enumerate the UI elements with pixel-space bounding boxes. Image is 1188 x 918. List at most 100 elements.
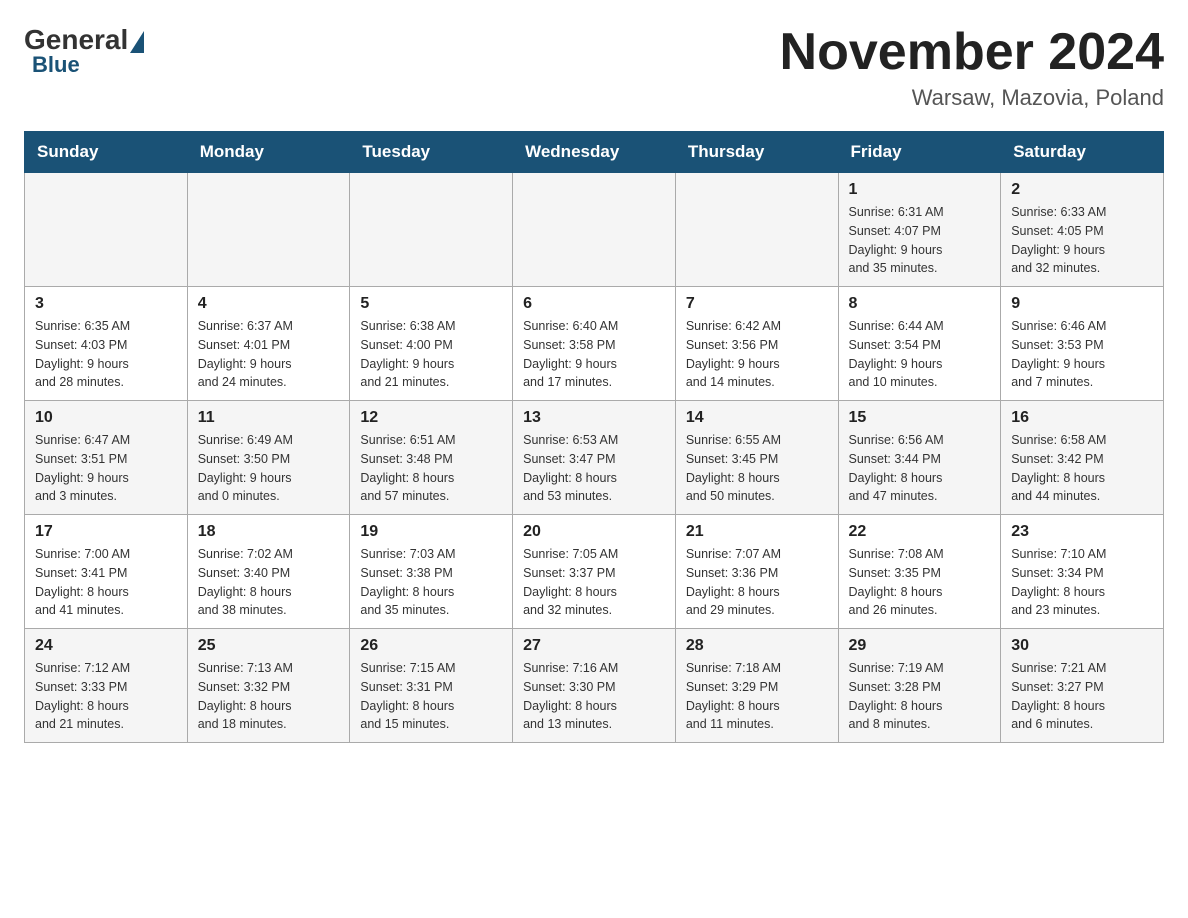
day-info: Sunrise: 7:15 AMSunset: 3:31 PMDaylight:…: [360, 659, 502, 734]
header-tuesday: Tuesday: [350, 132, 513, 173]
table-row: 11 Sunrise: 6:49 AMSunset: 3:50 PMDayligh…: [187, 401, 350, 515]
table-row: 8 Sunrise: 6:44 AMSunset: 3:54 PMDaylight…: [838, 287, 1001, 401]
day-info: Sunrise: 6:53 AMSunset: 3:47 PMDaylight:…: [523, 431, 665, 506]
logo-blue-text: Blue: [32, 52, 80, 78]
day-info: Sunrise: 7:21 AMSunset: 3:27 PMDaylight:…: [1011, 659, 1153, 734]
day-info: Sunrise: 6:31 AMSunset: 4:07 PMDaylight:…: [849, 203, 991, 278]
day-number: 10: [35, 409, 177, 427]
day-number: 9: [1011, 295, 1153, 313]
day-number: 21: [686, 523, 828, 541]
page-header: General Blue November 2024 Warsaw, Mazov…: [24, 24, 1164, 111]
table-row: 18 Sunrise: 7:02 AMSunset: 3:40 PMDayligh…: [187, 515, 350, 629]
day-info: Sunrise: 7:19 AMSunset: 3:28 PMDaylight:…: [849, 659, 991, 734]
table-row: 9 Sunrise: 6:46 AMSunset: 3:53 PMDaylight…: [1001, 287, 1164, 401]
header-thursday: Thursday: [675, 132, 838, 173]
day-number: 30: [1011, 637, 1153, 655]
day-info: Sunrise: 6:55 AMSunset: 3:45 PMDaylight:…: [686, 431, 828, 506]
table-row: 17 Sunrise: 7:00 AMSunset: 3:41 PMDayligh…: [25, 515, 188, 629]
table-row: 26Sunrise: 7:15 AMSunset: 3:31 PMDayligh…: [350, 629, 513, 743]
table-row: 14Sunrise: 6:55 AMSunset: 3:45 PMDayligh…: [675, 401, 838, 515]
day-info: Sunrise: 6:51 AMSunset: 3:48 PMDaylight:…: [360, 431, 502, 506]
table-row: 27 Sunrise: 7:16 AMSunset: 3:30 PMDayligh…: [513, 629, 676, 743]
table-row: 19 Sunrise: 7:03 AMSunset: 3:38 PMDayligh…: [350, 515, 513, 629]
day-info: Sunrise: 6:42 AMSunset: 3:56 PMDaylight:…: [686, 317, 828, 392]
day-number: 7: [686, 295, 828, 313]
header-wednesday: Wednesday: [513, 132, 676, 173]
day-info: Sunrise: 7:10 AMSunset: 3:34 PMDaylight:…: [1011, 545, 1153, 620]
day-info: Sunrise: 7:18 AMSunset: 3:29 PMDaylight:…: [686, 659, 828, 734]
month-title: November 2024: [780, 24, 1164, 81]
day-number: 25: [198, 637, 340, 655]
day-number: 13: [523, 409, 665, 427]
day-number: 17: [35, 523, 177, 541]
table-row: 23 Sunrise: 7:10 AMSunset: 3:34 PMDayligh…: [1001, 515, 1164, 629]
day-info: Sunrise: 6:38 AMSunset: 4:00 PMDaylight:…: [360, 317, 502, 392]
location-text: Warsaw, Mazovia, Poland: [780, 85, 1164, 111]
header-friday: Friday: [838, 132, 1001, 173]
day-number: 24: [35, 637, 177, 655]
day-number: 19: [360, 523, 502, 541]
day-number: 8: [849, 295, 991, 313]
day-info: Sunrise: 6:35 AMSunset: 4:03 PMDaylight:…: [35, 317, 177, 392]
calendar-table: Sunday Monday Tuesday Wednesday Thursday…: [24, 131, 1164, 743]
day-number: 2: [1011, 181, 1153, 199]
table-row: 24 Sunrise: 7:12 AMSunset: 3:33 PMDayligh…: [25, 629, 188, 743]
weekday-header-row: Sunday Monday Tuesday Wednesday Thursday…: [25, 132, 1164, 173]
table-row: [513, 173, 676, 287]
day-info: Sunrise: 6:47 AMSunset: 3:51 PMDaylight:…: [35, 431, 177, 506]
table-row: 20Sunrise: 7:05 AMSunset: 3:37 PMDayligh…: [513, 515, 676, 629]
table-row: 28 Sunrise: 7:18 AMSunset: 3:29 PMDayligh…: [675, 629, 838, 743]
day-number: 4: [198, 295, 340, 313]
table-row: 21Sunrise: 7:07 AMSunset: 3:36 PMDayligh…: [675, 515, 838, 629]
day-number: 12: [360, 409, 502, 427]
table-row: 25 Sunrise: 7:13 AMSunset: 3:32 PMDayligh…: [187, 629, 350, 743]
day-number: 11: [198, 409, 340, 427]
day-info: Sunrise: 6:58 AMSunset: 3:42 PMDaylight:…: [1011, 431, 1153, 506]
day-number: 20: [523, 523, 665, 541]
day-info: Sunrise: 6:37 AMSunset: 4:01 PMDaylight:…: [198, 317, 340, 392]
day-info: Sunrise: 7:13 AMSunset: 3:32 PMDaylight:…: [198, 659, 340, 734]
calendar-row-4: 24 Sunrise: 7:12 AMSunset: 3:33 PMDayligh…: [25, 629, 1164, 743]
table-row: 10 Sunrise: 6:47 AMSunset: 3:51 PMDayligh…: [25, 401, 188, 515]
day-info: Sunrise: 7:16 AMSunset: 3:30 PMDaylight:…: [523, 659, 665, 734]
calendar-row-2: 10 Sunrise: 6:47 AMSunset: 3:51 PMDayligh…: [25, 401, 1164, 515]
day-info: Sunrise: 7:03 AMSunset: 3:38 PMDaylight:…: [360, 545, 502, 620]
table-row: 5Sunrise: 6:38 AMSunset: 4:00 PMDaylight…: [350, 287, 513, 401]
day-number: 16: [1011, 409, 1153, 427]
day-info: Sunrise: 6:56 AMSunset: 3:44 PMDaylight:…: [849, 431, 991, 506]
day-info: Sunrise: 6:33 AMSunset: 4:05 PMDaylight:…: [1011, 203, 1153, 278]
day-info: Sunrise: 7:12 AMSunset: 3:33 PMDaylight:…: [35, 659, 177, 734]
day-number: 28: [686, 637, 828, 655]
day-info: Sunrise: 7:02 AMSunset: 3:40 PMDaylight:…: [198, 545, 340, 620]
table-row: 1Sunrise: 6:31 AMSunset: 4:07 PMDaylight…: [838, 173, 1001, 287]
table-row: 22 Sunrise: 7:08 AMSunset: 3:35 PMDayligh…: [838, 515, 1001, 629]
day-info: Sunrise: 6:49 AMSunset: 3:50 PMDaylight:…: [198, 431, 340, 506]
calendar-row-3: 17 Sunrise: 7:00 AMSunset: 3:41 PMDayligh…: [25, 515, 1164, 629]
header-sunday: Sunday: [25, 132, 188, 173]
table-row: [25, 173, 188, 287]
table-row: 30 Sunrise: 7:21 AMSunset: 3:27 PMDayligh…: [1001, 629, 1164, 743]
table-row: 2 Sunrise: 6:33 AMSunset: 4:05 PMDaylight…: [1001, 173, 1164, 287]
day-info: Sunrise: 6:46 AMSunset: 3:53 PMDaylight:…: [1011, 317, 1153, 392]
day-number: 18: [198, 523, 340, 541]
logo-triangle-icon: [130, 31, 144, 53]
table-row: 12 Sunrise: 6:51 AMSunset: 3:48 PMDayligh…: [350, 401, 513, 515]
day-info: Sunrise: 7:00 AMSunset: 3:41 PMDaylight:…: [35, 545, 177, 620]
day-number: 27: [523, 637, 665, 655]
day-number: 6: [523, 295, 665, 313]
table-row: [675, 173, 838, 287]
logo: General Blue: [24, 24, 146, 78]
day-number: 23: [1011, 523, 1153, 541]
table-row: 16 Sunrise: 6:58 AMSunset: 3:42 PMDayligh…: [1001, 401, 1164, 515]
day-number: 29: [849, 637, 991, 655]
table-row: [187, 173, 350, 287]
header-saturday: Saturday: [1001, 132, 1164, 173]
day-number: 22: [849, 523, 991, 541]
day-number: 3: [35, 295, 177, 313]
day-info: Sunrise: 6:44 AMSunset: 3:54 PMDaylight:…: [849, 317, 991, 392]
day-info: Sunrise: 7:08 AMSunset: 3:35 PMDaylight:…: [849, 545, 991, 620]
table-row: 15Sunrise: 6:56 AMSunset: 3:44 PMDayligh…: [838, 401, 1001, 515]
title-section: November 2024 Warsaw, Mazovia, Poland: [780, 24, 1164, 111]
calendar-row-0: 1Sunrise: 6:31 AMSunset: 4:07 PMDaylight…: [25, 173, 1164, 287]
calendar-row-1: 3 Sunrise: 6:35 AMSunset: 4:03 PMDaylight…: [25, 287, 1164, 401]
